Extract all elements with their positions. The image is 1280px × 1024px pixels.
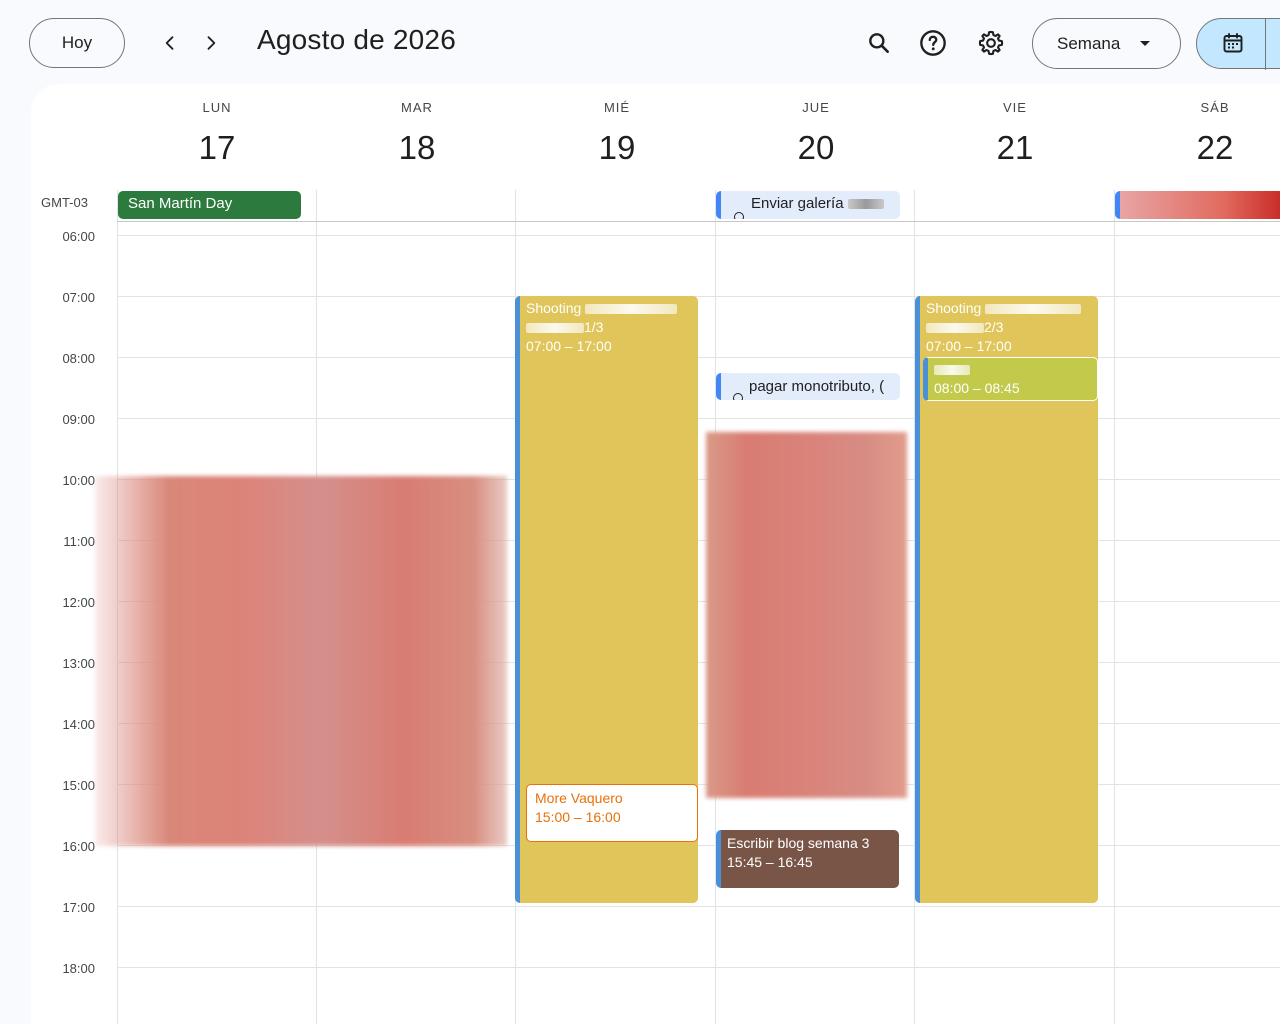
redacted-text <box>926 323 984 334</box>
hour-label: 11:00 <box>63 534 95 549</box>
task-circle-icon <box>733 393 743 400</box>
day-number[interactable]: 18 <box>317 129 517 167</box>
allday-event-mon[interactable]: San Martín Day <box>118 191 301 219</box>
redacted-text <box>934 365 970 376</box>
next-week-button[interactable] <box>192 24 230 62</box>
day-number[interactable]: 17 <box>117 129 317 167</box>
blurred-event-mon-tue[interactable] <box>95 476 507 846</box>
task-circle-icon <box>734 212 744 219</box>
day-of-week: VIE <box>1003 100 1027 115</box>
event-wed-vaquero[interactable]: More Vaquero 15:00 – 16:00 <box>526 784 698 842</box>
day-of-week: SÁB <box>1200 100 1230 115</box>
top-bar: Hoy Agosto de 2026 Semana <box>0 0 1280 84</box>
event-title: Enviar galería <box>751 195 844 212</box>
redacted-text <box>585 304 678 315</box>
hour-line <box>117 296 1280 297</box>
event-part: 2/3 <box>984 319 1004 335</box>
redacted-text <box>985 304 1082 315</box>
blurred-event-thu[interactable] <box>706 432 907 798</box>
day-of-week: MIÉ <box>603 100 631 115</box>
view-select[interactable]: Semana <box>1032 18 1181 69</box>
hour-line <box>117 235 1280 236</box>
day-header-thu[interactable]: JUE 20 <box>716 84 916 190</box>
help-icon <box>920 30 946 56</box>
day-number[interactable]: 22 <box>1115 129 1280 167</box>
hour-label: 08:00 <box>62 351 95 366</box>
hour-line <box>117 967 1280 968</box>
today-button[interactable]: Hoy <box>29 18 125 68</box>
event-title: Shooting <box>926 300 982 316</box>
hour-label: 07:00 <box>62 290 95 305</box>
hour-label: 13:00 <box>62 656 95 671</box>
event-fri-small[interactable]: 08:00 – 08:45 <box>923 357 1098 401</box>
allday-event-thu[interactable]: Enviar galería <box>716 191 900 219</box>
hour-line <box>117 357 1280 358</box>
day-header-sat[interactable]: SÁB 22 <box>1115 84 1280 190</box>
day-number[interactable]: 19 <box>517 129 717 167</box>
event-time: 15:00 – 16:00 <box>535 809 621 825</box>
hour-line <box>117 418 1280 419</box>
hour-label: 17:00 <box>62 900 95 915</box>
page-title: Agosto de 2026 <box>257 24 456 55</box>
hour-label: 15:00 <box>62 778 95 793</box>
redacted-text <box>526 323 584 334</box>
chevron-right-icon <box>207 36 216 50</box>
day-of-week: LUN <box>202 100 232 115</box>
all-day-divider <box>117 221 1280 222</box>
gear-icon <box>978 30 1004 56</box>
hour-label: 10:00 <box>62 473 95 488</box>
event-time: 15:45 – 16:45 <box>727 854 813 870</box>
day-number[interactable]: 21 <box>915 129 1115 167</box>
event-time: 07:00 – 17:00 <box>926 338 1012 354</box>
prev-week-button[interactable] <box>151 24 189 62</box>
day-header-mon[interactable]: LUN 17 <box>117 84 317 190</box>
hour-label: 09:00 <box>62 412 95 427</box>
event-thu-monotributo[interactable]: pagar monotributo, ( <box>716 373 900 400</box>
view-select-label: Semana <box>1057 33 1121 53</box>
calendar-icon <box>1223 33 1243 53</box>
day-of-week: JUE <box>802 100 830 115</box>
day-header-tue[interactable]: MAR 18 <box>317 84 517 190</box>
event-title: San Martín Day <box>128 195 233 212</box>
settings-button[interactable] <box>972 24 1010 62</box>
calendar-view-toggle[interactable] <box>1196 18 1280 70</box>
event-title: More Vaquero <box>535 790 623 806</box>
event-title: pagar monotributo, ( <box>749 378 885 395</box>
day-header-wed[interactable]: MIÉ 19 <box>517 84 717 190</box>
toggle-divider <box>1265 19 1266 70</box>
chevron-left-icon <box>165 36 174 50</box>
day-header-fri[interactable]: VIE 21 <box>915 84 1115 190</box>
hour-label: 18:00 <box>62 961 95 976</box>
week-grid: LUN 17 MAR 18 MIÉ 19 JUE 20 VIE 21 SÁB 2… <box>31 84 1280 1024</box>
search-button[interactable] <box>860 24 898 62</box>
event-time: 07:00 – 17:00 <box>526 338 612 354</box>
caret-down-icon <box>1140 41 1150 46</box>
event-title: Escribir blog semana 3 <box>727 835 870 851</box>
allday-event-sat[interactable] <box>1115 191 1280 219</box>
hour-label: 12:00 <box>62 595 95 610</box>
hour-line <box>117 906 1280 907</box>
event-title: Shooting <box>526 300 582 316</box>
day-of-week: MAR <box>401 100 433 115</box>
help-button[interactable] <box>914 24 952 62</box>
hour-label: 14:00 <box>62 717 95 732</box>
timezone-label: GMT-03 <box>41 195 88 210</box>
day-number[interactable]: 20 <box>716 129 916 167</box>
hour-label: 16:00 <box>62 839 95 854</box>
hour-label: 06:00 <box>62 229 95 244</box>
search-icon <box>869 33 889 53</box>
redacted-text <box>847 199 884 210</box>
event-thu-blog[interactable]: Escribir blog semana 3 15:45 – 16:45 <box>716 830 899 888</box>
event-part: 1/3 <box>584 319 604 335</box>
column-divider <box>1114 190 1115 1024</box>
event-time: 08:00 – 08:45 <box>934 380 1020 396</box>
